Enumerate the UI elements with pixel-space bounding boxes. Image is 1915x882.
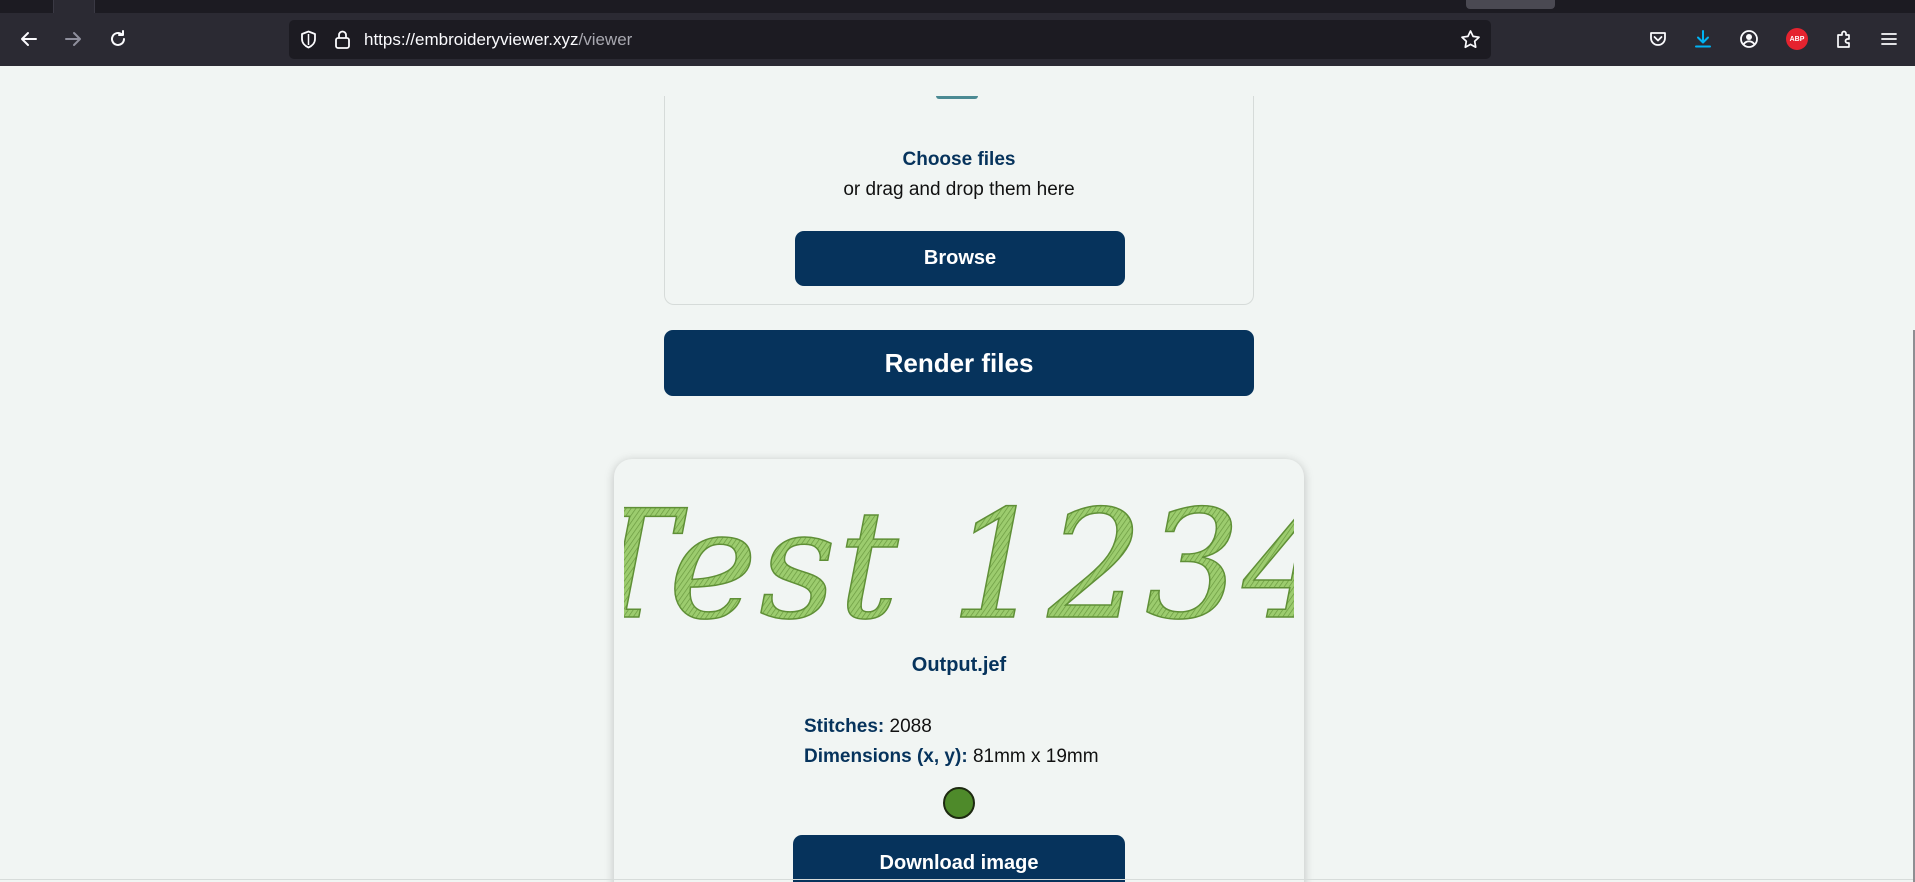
navigation-toolbar: https://embroideryviewer.xyz/viewer ABP [0, 13, 1915, 66]
dimensions-label: Dimensions (x, y): [804, 746, 968, 767]
extensions-button[interactable] [1831, 26, 1857, 52]
lock-icon[interactable] [333, 29, 352, 49]
stitches-label: Stitches: [804, 716, 885, 737]
tab-overflow[interactable] [1466, 0, 1555, 9]
account-button[interactable] [1736, 26, 1762, 52]
stitches-value: 2088 [889, 716, 932, 737]
forward-icon [65, 32, 81, 46]
browse-button[interactable]: Browse [795, 231, 1125, 286]
upload-icon [936, 96, 978, 99]
download-image-button[interactable]: Download image [793, 835, 1125, 882]
menu-icon [1881, 33, 1897, 45]
reload-button[interactable] [102, 23, 134, 55]
adblock-plus-button[interactable]: ABP [1784, 26, 1810, 52]
forward-button[interactable] [57, 23, 89, 55]
pocket-icon [1650, 32, 1666, 46]
app-menu-button[interactable] [1876, 26, 1902, 52]
pocket-button[interactable] [1645, 26, 1671, 52]
file-dropzone[interactable]: Choose files or drag and drop them here … [664, 96, 1254, 305]
choose-files-label[interactable]: Choose files [665, 149, 1253, 171]
back-icon [21, 32, 37, 46]
divider [0, 879, 1913, 880]
page-content: Choose files or drag and drop them here … [0, 66, 1915, 882]
url-text[interactable]: https://embroideryviewer.xyz/viewer [364, 29, 632, 50]
back-button[interactable] [13, 23, 45, 55]
account-icon [1740, 30, 1758, 48]
embroidery-preview: Test 1234 [624, 478, 1294, 639]
dimensions-stat: Dimensions (x, y): 81mm x 19mm [804, 746, 1099, 768]
bookmark-star-icon[interactable] [1460, 29, 1481, 50]
reload-icon [111, 30, 125, 46]
downloads-button[interactable] [1690, 26, 1716, 52]
render-files-button[interactable]: Render files [664, 330, 1254, 396]
address-bar[interactable]: https://embroideryviewer.xyz/viewer [289, 20, 1491, 59]
shield-icon[interactable] [299, 30, 318, 49]
file-name: Output.jef [911, 654, 1007, 676]
dimensions-value: 81mm x 19mm [972, 746, 1099, 767]
preview-text: Test 1234 [624, 479, 1294, 639]
url-host: https://embroideryviewer.xyz [364, 30, 579, 49]
downloads-icon [1695, 30, 1711, 48]
tab-strip [0, 0, 1915, 13]
stitches-stat: Stitches: 2088 [804, 716, 932, 738]
drag-drop-hint: or drag and drop them here [843, 179, 1075, 200]
tab-separator [94, 0, 95, 13]
url-path: /viewer [578, 30, 633, 49]
extensions-icon [1837, 30, 1850, 48]
tab[interactable] [54, 0, 94, 13]
thread-color-swatch[interactable] [943, 787, 975, 819]
adblock-plus-icon: ABP [1786, 28, 1808, 50]
result-card: Test 1234 Output.jef Stitches: 2088 Dime… [614, 459, 1304, 882]
